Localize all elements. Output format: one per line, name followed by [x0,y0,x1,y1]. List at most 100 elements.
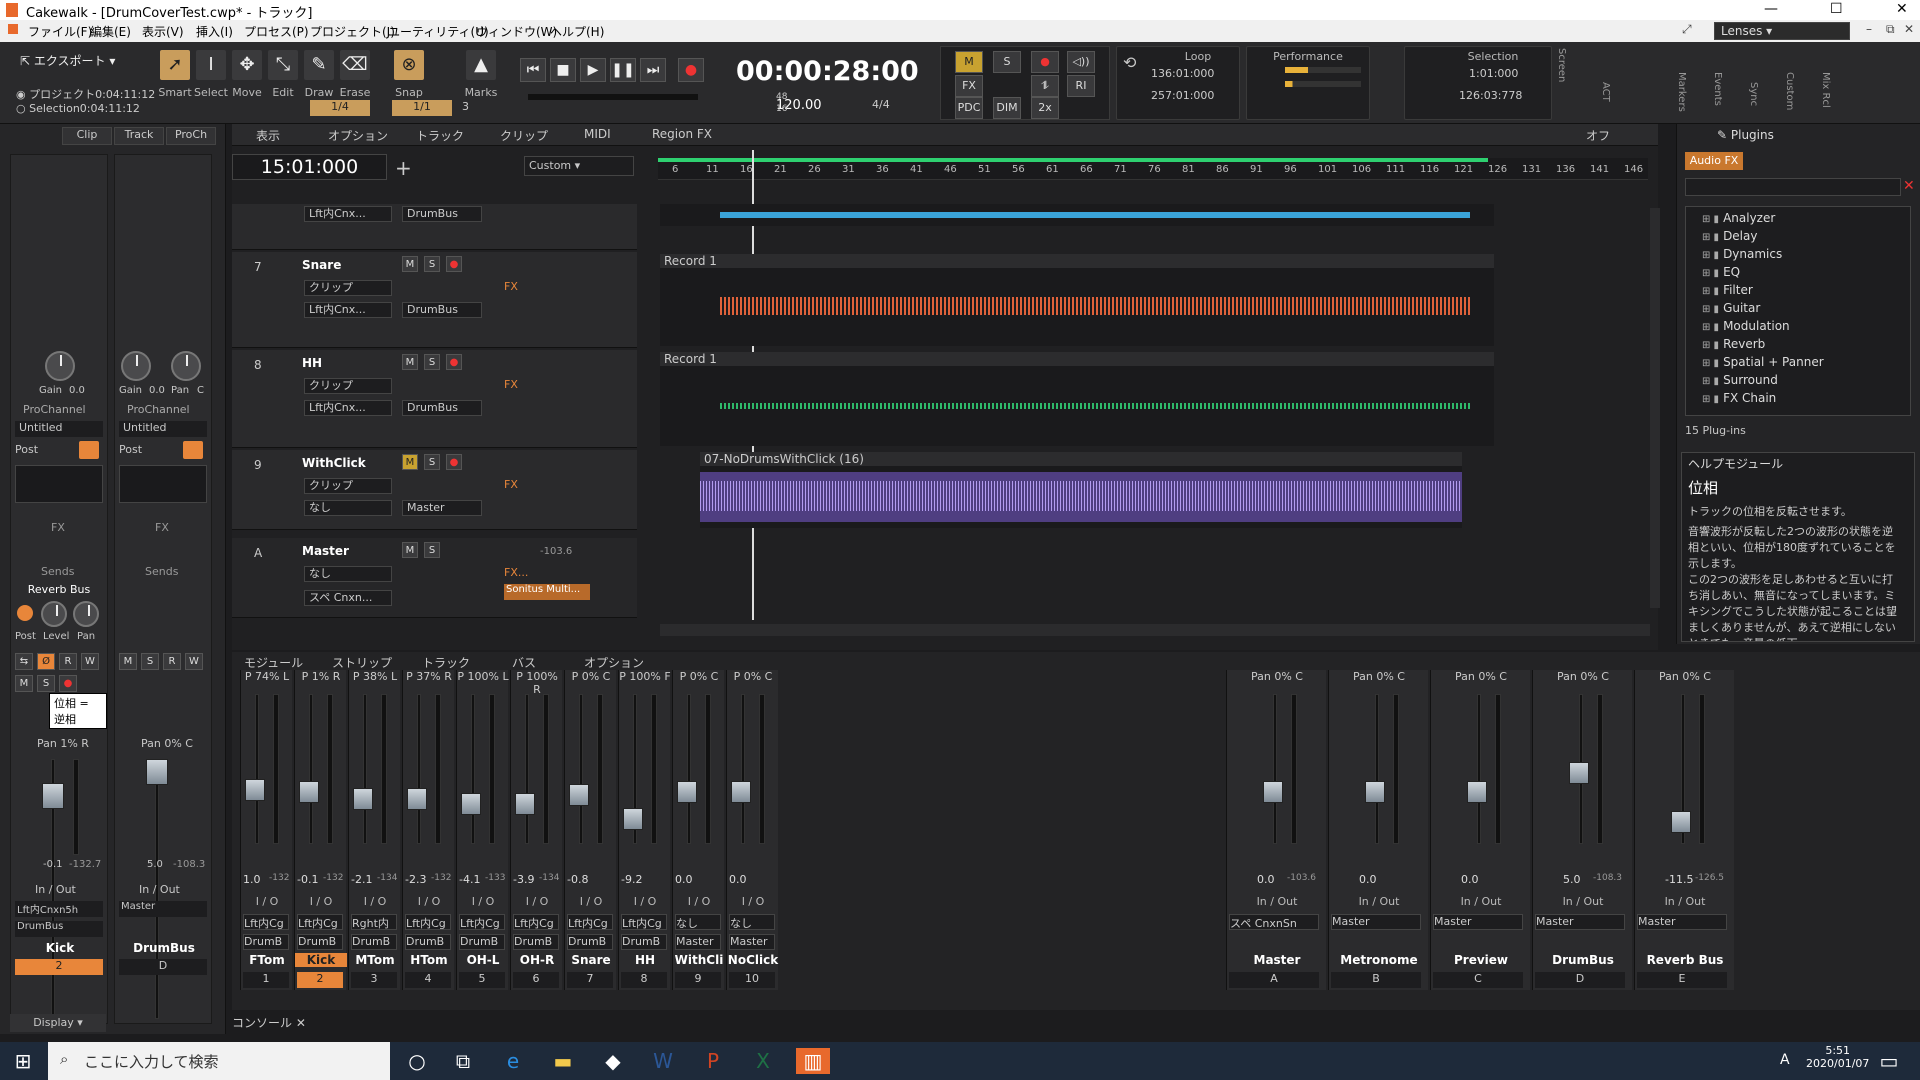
bus-name[interactable]: Master [302,544,349,558]
2x-button[interactable]: 2x [1031,97,1059,119]
output-select[interactable]: DrumB [243,934,289,950]
menu-insert[interactable]: 挿入(I) [196,23,233,40]
mute-all-button[interactable]: M [955,51,983,73]
eq-graph[interactable] [15,465,103,503]
menu-process[interactable]: プロセス(P) [244,23,309,40]
input-select[interactable]: Lft内Cg [405,914,451,930]
tab-mix-recall[interactable]: Mix Rcl [1820,72,1831,108]
track-name[interactable]: Snare [302,258,341,272]
track-output[interactable]: DrumBus [402,400,482,416]
track-horizontal-scrollbar[interactable] [660,624,1650,636]
menu-window[interactable]: ウィンドウ(W) [476,23,557,40]
strip-name[interactable]: NoClick [727,953,779,967]
track-output[interactable]: DrumBus [402,206,482,222]
minimize-icon[interactable]: — [1764,1,1778,17]
output-select[interactable]: スペ CnxnSn [1229,914,1319,930]
bus-name[interactable]: Metronome [1329,953,1429,967]
tab-events[interactable]: Events [1712,72,1723,106]
audio-fx-tab[interactable]: Audio FX [1685,152,1743,170]
console-menu-track[interactable]: トラック [422,654,470,671]
menu-regionfx-tv[interactable]: Region FX [652,127,712,141]
project-time-radio[interactable]: ◉ プロジェクト0:04:11:12 [16,86,155,102]
track-output[interactable]: DrumBus [402,302,482,318]
track-name[interactable]: WithClick [302,456,366,470]
folder-filter[interactable]: Filter [1702,283,1753,297]
loop-end[interactable]: 257:01:000 [1151,89,1214,102]
fx-bin[interactable]: FX [504,378,518,391]
volume-fader[interactable] [407,788,427,810]
output-select[interactable]: DrumB [405,934,451,950]
dim-button[interactable]: DIM [993,97,1021,119]
volume-fader[interactable] [353,788,373,810]
volume-fader[interactable] [461,793,481,815]
bus-name[interactable]: DrumBus [1533,953,1633,967]
play-button[interactable]: ▶ [580,58,606,82]
snap-off-label[interactable]: オフ [1586,127,1610,144]
track-view-preset[interactable]: Custom ▾ [524,156,634,176]
fader-track[interactable] [309,694,313,844]
fx-bypass-button[interactable]: FX [955,75,983,97]
excel-icon[interactable]: X [750,1048,776,1074]
bus-output-select[interactable]: Master [119,901,207,917]
move-tool[interactable]: ✥ Move [228,46,266,120]
output-select[interactable]: DrumB [513,934,559,950]
selection-end[interactable]: 126:03:778 [1459,89,1522,102]
fx-bin[interactable]: FX [504,280,518,293]
tab-act[interactable]: ACT [1600,82,1611,102]
folder-modulation[interactable]: Modulation [1702,319,1790,333]
track-input[interactable]: Lft内Cnx... [304,400,392,416]
input-select[interactable]: Lft内Cg [567,914,613,930]
tab-clip[interactable]: Clip [62,127,112,145]
loop-start[interactable]: 136:01:000 [1151,67,1214,80]
pan-readout[interactable]: P 1% R [295,670,347,683]
pause-button[interactable]: ❚❚ [610,58,636,82]
write-button[interactable]: W [81,653,99,670]
menu-options-tv[interactable]: オプション [328,127,388,144]
plugin-search-input[interactable] [1685,178,1901,196]
plugins-tab[interactable]: ✎ Plugins [1717,128,1774,142]
folder-eq[interactable]: EQ [1702,265,1740,279]
smart-tool[interactable]: ➚ Smart [156,46,194,120]
clip-mode-select[interactable]: クリップ [304,378,392,394]
track-name[interactable]: HH [302,356,322,370]
pan-readout[interactable]: P 100% R [511,670,563,696]
tab-custom[interactable]: Custom [1784,72,1795,110]
solo-button[interactable]: S [424,354,440,370]
output-select[interactable]: DrumB [351,934,397,950]
power-icon[interactable] [79,441,99,459]
output-select[interactable]: DrumB [459,934,505,950]
console-menu-strip[interactable]: ストリップ [332,654,392,671]
pan-readout[interactable]: P 100% F [619,670,671,683]
bus-name[interactable]: Master [1227,953,1327,967]
word-icon[interactable]: W [650,1048,676,1074]
task-view-icon[interactable]: ⧉ [450,1048,476,1074]
output-select[interactable]: Master [1433,914,1523,930]
arm-all-button[interactable]: ● [1031,51,1059,73]
output-select[interactable]: Master [1637,914,1727,930]
console-menu-module[interactable]: モジュール [244,654,303,671]
volume-fader[interactable] [677,781,697,803]
bus-mute-button[interactable]: M [402,542,418,558]
output-select[interactable]: Master [675,934,721,950]
folder-surround[interactable]: Surround [1702,373,1778,387]
pan-readout[interactable]: P 100% L [457,670,509,683]
notification-icon[interactable]: ▭ [1876,1048,1902,1074]
solo-all-button[interactable]: S [993,51,1021,73]
output-select[interactable]: Master [729,934,775,950]
bus-output-select[interactable]: スペ Cnxn... [304,590,392,606]
output-select[interactable]: DrumB [621,934,667,950]
arm-button[interactable]: ● [446,454,462,470]
menu-track-tv[interactable]: トラック [416,127,464,144]
now-time-display[interactable]: 00:00:28:00 [736,56,919,87]
app-menu-icon[interactable] [8,24,18,34]
strip-name[interactable]: HTom [403,953,455,967]
tab-prochannel[interactable]: ProCh [166,127,216,145]
strip-name[interactable]: WithCli [673,953,725,967]
console-tab[interactable]: コンソール ✕ [232,1014,306,1031]
tab-sync[interactable]: Sync [1748,82,1759,106]
send-bus-name[interactable]: Reverb Bus [15,583,103,596]
strip-name[interactable]: Snare [565,953,617,967]
solo-button[interactable]: S [424,454,440,470]
console-menu-bus[interactable]: バス [512,654,536,671]
bus-power-icon[interactable] [183,441,203,459]
